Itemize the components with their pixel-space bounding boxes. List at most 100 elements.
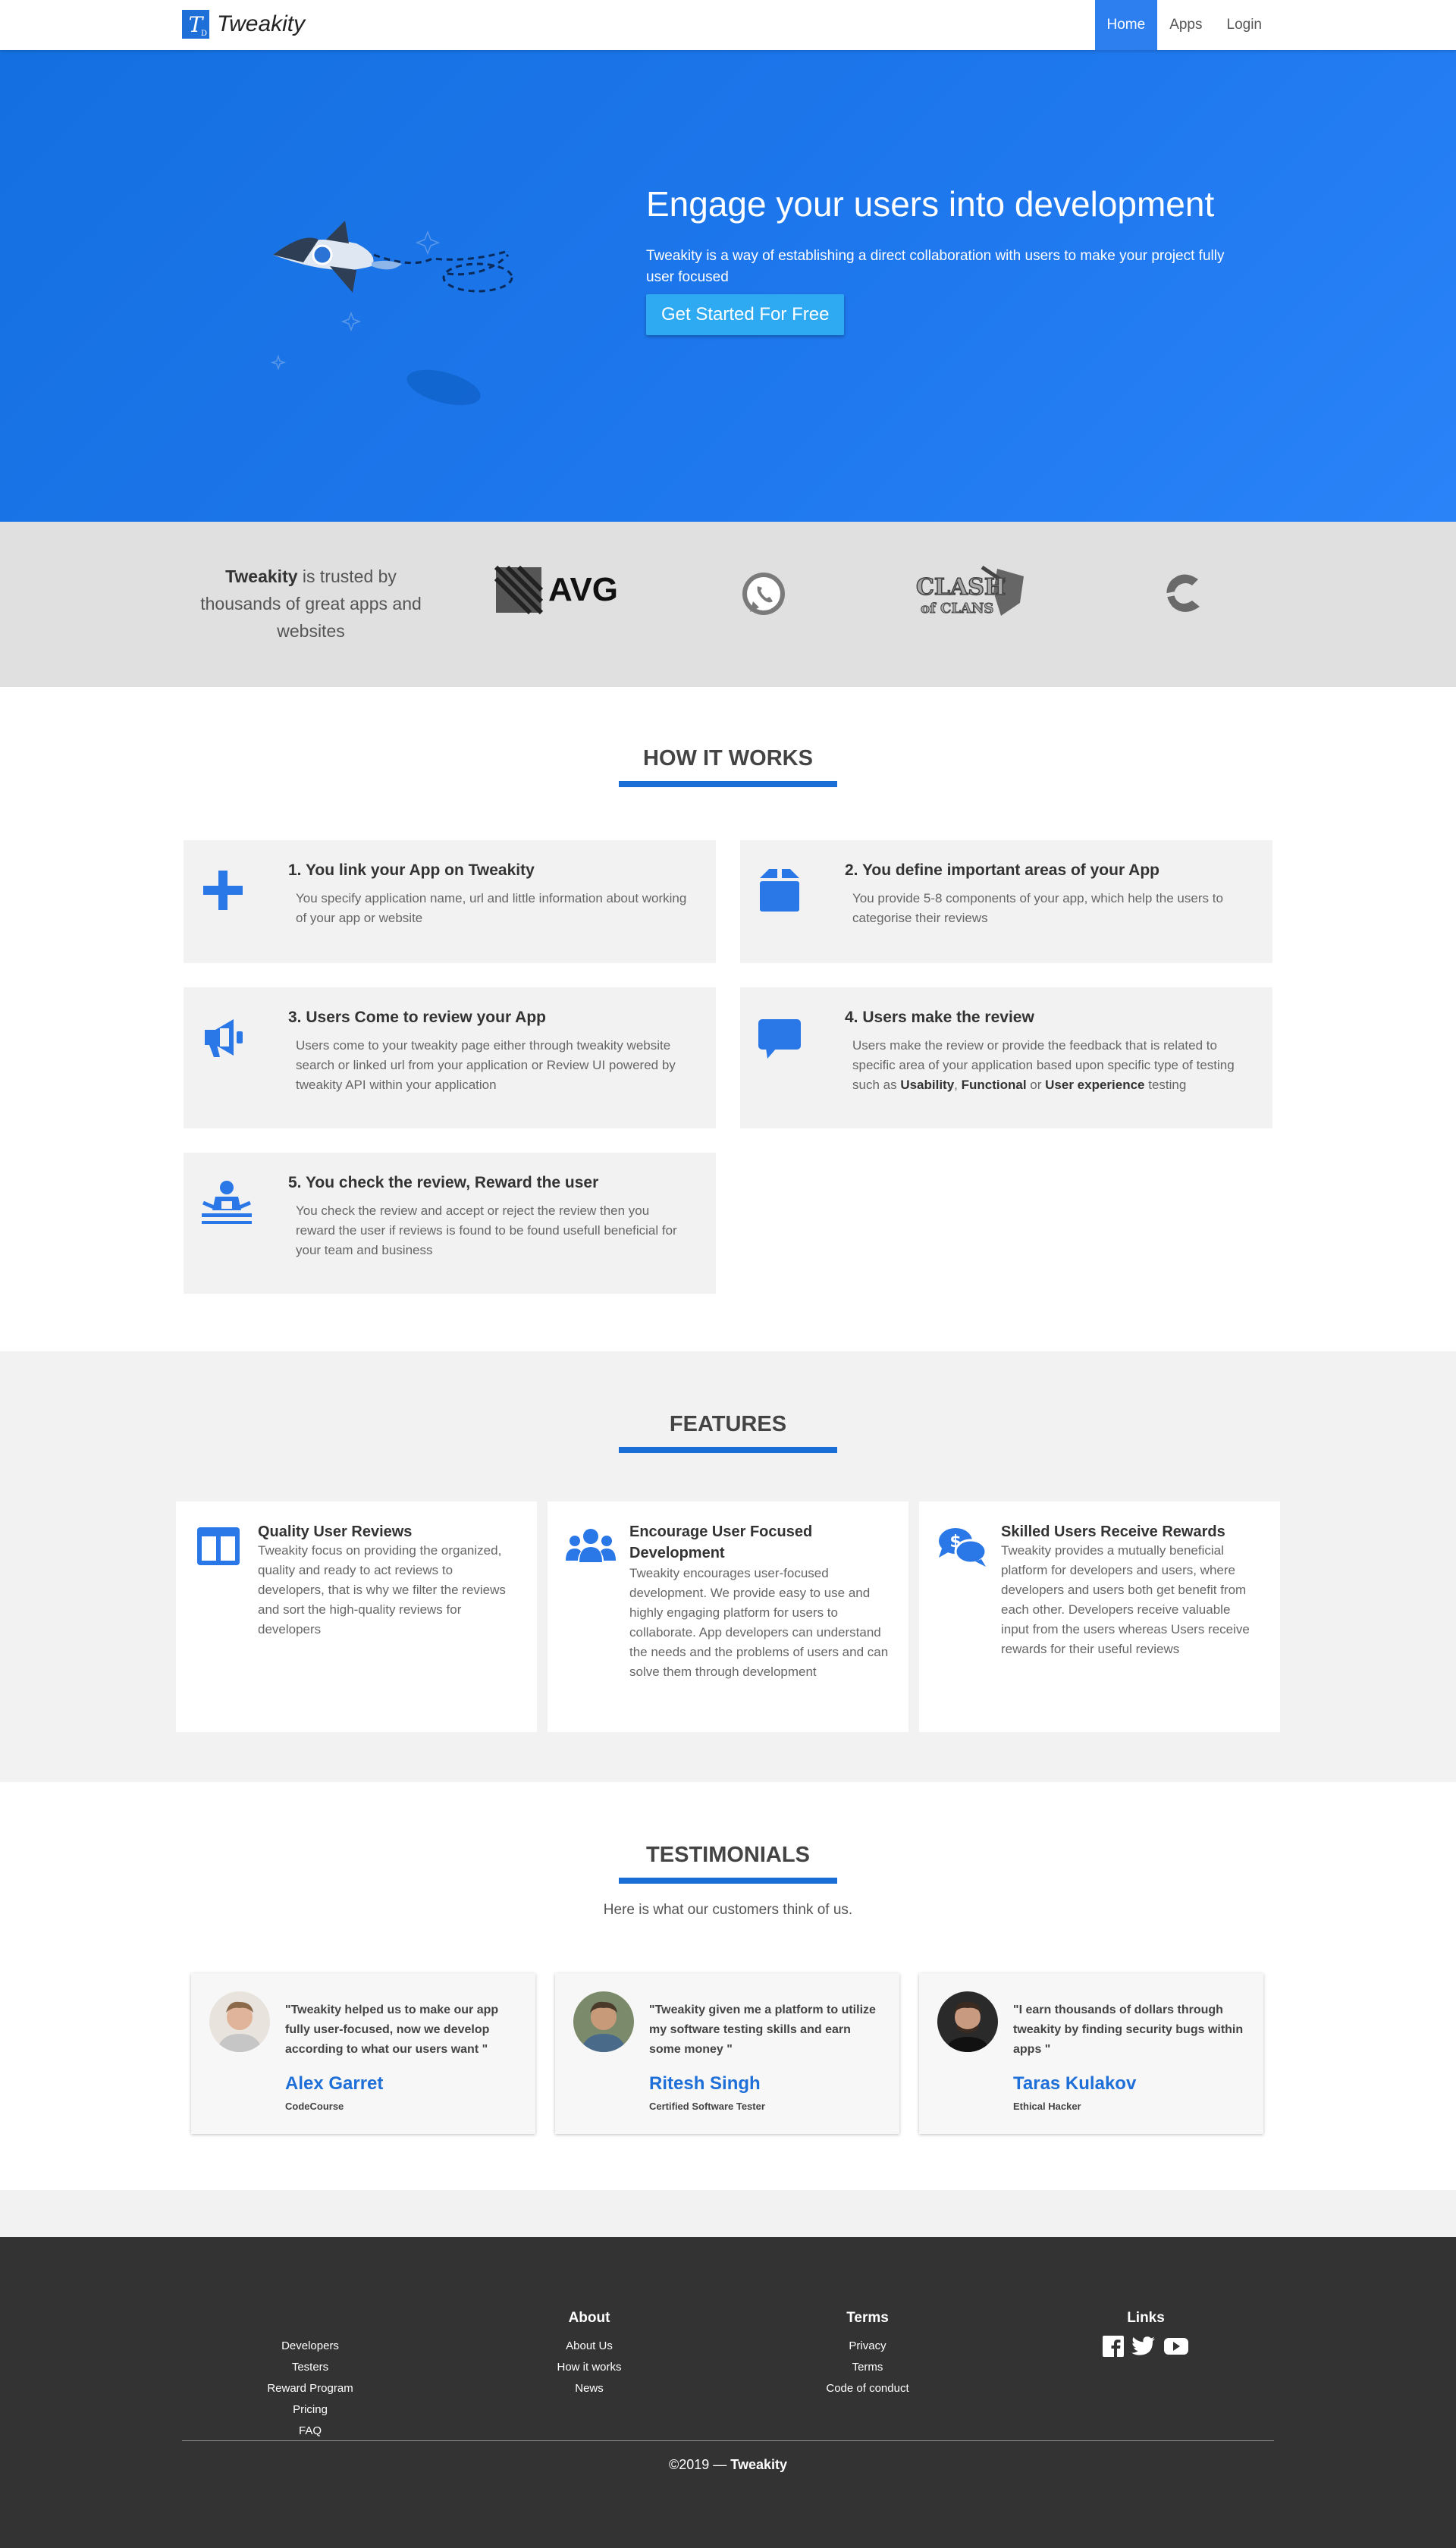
money-chat-icon: $: [939, 1528, 987, 1567]
how-step-text: You provide 5-8 components of your app, …: [852, 891, 1223, 925]
how-step-text: You check the review and accept or rejec…: [296, 1203, 677, 1257]
nav-home-link[interactable]: Home: [1094, 0, 1158, 50]
footer-col-main: Developers Testers Reward Program Pricin…: [215, 2310, 405, 2442]
testimonial-name: Alex Garret: [285, 2073, 384, 2094]
twitter-icon[interactable]: [1131, 2336, 1156, 2357]
footer-link-about-us[interactable]: About Us: [494, 2336, 684, 2357]
copyright-brand[interactable]: Tweakity: [730, 2457, 787, 2472]
feature-text: Tweakity provides a mutually beneficial …: [1001, 1543, 1250, 1656]
hero-title: Engage your users into development: [646, 184, 1215, 224]
megaphone-icon: [205, 1019, 243, 1057]
brand-logo-sub: D: [200, 30, 207, 38]
footer-link-developers[interactable]: Developers: [215, 2336, 405, 2357]
features-section: FEATURES Quality User Reviews Tweakity f…: [0, 1351, 1456, 1782]
whatsapp-icon: [742, 573, 785, 615]
ccleaner-logo: [1153, 564, 1213, 622]
clash-text-bottom: of CLANS: [921, 601, 993, 617]
avg-mark-icon: [494, 565, 544, 615]
avg-logo: AVG: [487, 561, 623, 619]
how-step-title: 4. Users make the review: [845, 1009, 1034, 1026]
brand-name: Tweakity: [217, 11, 306, 36]
footer-link-reward-program[interactable]: Reward Program: [215, 2378, 405, 2399]
trust-text: Tweakity is trusted by thousands of grea…: [190, 563, 432, 645]
footer-link-news[interactable]: News: [494, 2378, 684, 2399]
footer-col-title: About: [568, 2310, 610, 2326]
how-step-title: 5. You check the review, Reward the user: [288, 1174, 599, 1191]
feature-text: Tweakity encourages user-focused develop…: [629, 1566, 889, 1679]
feature-card-rewards: $ Skilled Users Receive Rewards Tweakity…: [919, 1502, 1280, 1732]
navbar: T D Tweakity Home Apps Login: [0, 0, 1456, 50]
nav-links: Home Apps Login: [1094, 0, 1275, 50]
footer-link-pricing[interactable]: Pricing: [215, 2399, 405, 2421]
columns-icon: [197, 1527, 240, 1565]
footer-link-privacy[interactable]: Privacy: [773, 2336, 962, 2357]
testimonial-card-3: "I earn thousands of dollars through twe…: [919, 1973, 1263, 2134]
nav-login-link[interactable]: Login: [1215, 0, 1275, 50]
how-step-4: 4. Users make the review Users make the …: [740, 987, 1272, 1128]
hero-subtitle: Tweakity is a way of establishing a dire…: [646, 248, 1225, 285]
testimonial-quote: "I earn thousands of dollars through twe…: [1013, 2004, 1244, 2056]
footer-col-terms: Terms Privacy Terms Code of conduct: [773, 2310, 962, 2399]
footer-link-code-of-conduct[interactable]: Code of conduct: [773, 2378, 962, 2399]
clash-text-top: CLASH: [916, 574, 1006, 601]
how-step-text: You specify application name, url and li…: [296, 891, 687, 925]
footer-link-testers[interactable]: Testers: [215, 2357, 405, 2378]
features-underline: [619, 1447, 837, 1453]
feature-title: Skilled Users Receive Rewards: [1001, 1523, 1225, 1540]
how-it-works-underline: [619, 781, 837, 787]
copyright-text: ©2019 —: [668, 2457, 731, 2472]
how-step-text-post: testing: [1144, 1078, 1187, 1092]
feature-card-user-focused: Encourage User Focused Development Tweak…: [548, 1502, 908, 1732]
rocket-illustration: [270, 221, 513, 406]
ccleaner-icon: [1161, 574, 1202, 612]
avg-text: AVG: [548, 571, 619, 608]
svg-text:$: $: [949, 1533, 961, 1552]
usability-term: Usability: [900, 1078, 955, 1092]
comment-icon: [758, 1019, 801, 1059]
feature-text: Tweakity focus on providing the organize…: [258, 1543, 506, 1636]
how-step-text: Users make the review or provide the fee…: [852, 1036, 1245, 1095]
separator: ,: [954, 1078, 962, 1092]
footer-link-how-it-works[interactable]: How it works: [494, 2357, 684, 2378]
footer-col-links: Links: [1051, 2310, 1241, 2357]
footer-col-about: About About Us How it works News: [494, 2310, 684, 2399]
avatar-ritesh-singh: [573, 1991, 634, 2052]
social-icons: [1051, 2336, 1241, 2357]
footer-col-title: [215, 2310, 405, 2328]
get-started-button[interactable]: Get Started For Free: [646, 294, 845, 335]
nav-apps-link[interactable]: Apps: [1157, 0, 1214, 50]
testimonials-underline: [619, 1878, 837, 1884]
footer-col-title: Terms: [846, 2310, 889, 2326]
feature-title: Encourage User Focused Development: [629, 1523, 813, 1561]
testimonial-name: Taras Kulakov: [1013, 2073, 1137, 2094]
trusted-by-section: Tweakity is trusted by thousands of grea…: [0, 522, 1456, 687]
testimonial-card-1: "Tweakity helped us to make our app full…: [191, 1973, 535, 2134]
testimonial-role: Certified Software Tester: [649, 2101, 765, 2112]
pre-footer-band: [0, 2190, 1456, 2237]
footer-link-faq[interactable]: FAQ: [215, 2421, 405, 2442]
brand[interactable]: T D Tweakity: [182, 10, 305, 39]
avatar-taras-kulakov: [937, 1991, 998, 2052]
brand-logo-icon: T D: [182, 10, 209, 39]
testimonial-quote: "Tweakity given me a platform to utilize…: [649, 2004, 876, 2056]
avatar-alex-garret: [209, 1991, 270, 2052]
box-icon: [760, 869, 799, 912]
youtube-icon[interactable]: [1163, 2336, 1189, 2357]
how-step-title: 1. You link your App on Tweakity: [288, 861, 535, 879]
testimonial-card-2: "Tweakity given me a platform to utilize…: [555, 1973, 899, 2134]
testimonial-role: CodeCourse: [285, 2101, 344, 2112]
separator: or: [1026, 1078, 1046, 1092]
testimonial-quote: "Tweakity helped us to make our app full…: [285, 2004, 499, 2056]
functional-term: Functional: [961, 1078, 1027, 1092]
testimonial-name: Ritesh Singh: [649, 2073, 761, 2094]
testimonial-role: Ethical Hacker: [1013, 2101, 1081, 2112]
facebook-icon[interactable]: [1103, 2336, 1124, 2357]
footer-link-terms[interactable]: Terms: [773, 2357, 962, 2378]
user-desk-icon: [202, 1181, 252, 1224]
how-step-title: 3. Users Come to review your App: [288, 1009, 546, 1026]
testimonials-title: TESTIMONIALS: [646, 1843, 810, 1867]
how-step-1: 1. You link your App on Tweakity You spe…: [184, 840, 716, 963]
whatsapp-logo: [737, 567, 790, 620]
testimonials-subtitle: Here is what our customers think of us.: [603, 1902, 853, 1918]
feature-title: Quality User Reviews: [258, 1523, 413, 1540]
